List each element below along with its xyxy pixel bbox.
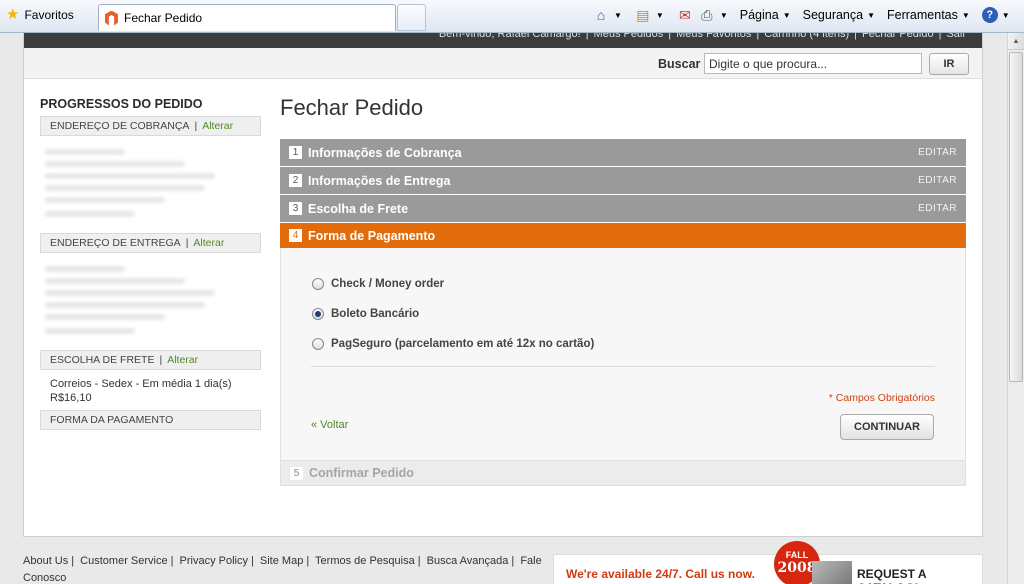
page-title: Fechar Pedido: [280, 95, 424, 120]
tab-title: Fechar Pedido: [124, 11, 203, 25]
change-freight-link[interactable]: Alterar: [167, 354, 198, 366]
top-account-nav: Bem-vindo, Rafael Camargo! | Meus Pedido…: [24, 33, 982, 48]
footer-link-advanced-search[interactable]: Busca Avançada: [427, 555, 509, 567]
order-progress-sidebar: PROGRESSOS DO PEDIDO ENDEREÇO DE COBRANÇ…: [40, 97, 261, 430]
promo-text: We're available 24/7. Call us now.: [566, 567, 755, 581]
payment-option-pagseguro[interactable]: PagSeguro (parcelamento em até 12x no ca…: [312, 338, 594, 350]
back-link[interactable]: « Voltar: [311, 419, 348, 431]
page-menu[interactable]: Página: [740, 8, 779, 22]
catalog-thumbnail: [812, 561, 852, 584]
browser-tab[interactable]: Fechar Pedido: [98, 4, 396, 31]
link-meus-favoritos[interactable]: Meus Favoritos: [676, 33, 751, 40]
favorites-label: Favoritos: [24, 8, 74, 22]
step-freight[interactable]: 3 Escolha de Frete EDITAR: [280, 195, 966, 222]
magento-icon: [105, 10, 118, 26]
footer-link-sitemap[interactable]: Site Map: [260, 555, 303, 567]
search-label: Buscar: [658, 57, 701, 71]
link-sair[interactable]: Sair: [946, 33, 966, 40]
link-fechar-pedido[interactable]: Fechar Pedido: [862, 33, 934, 40]
freight-method: Correios - Sedex - Em média 1 dia(s): [50, 378, 232, 390]
radio-pagseguro[interactable]: [312, 338, 324, 350]
change-billing-link[interactable]: Alterar: [202, 120, 233, 132]
chevron-down-icon[interactable]: ▼: [783, 11, 791, 20]
step-shipping[interactable]: 2 Informações de Entrega EDITAR: [280, 167, 966, 194]
freight-price: R$16,10: [50, 392, 92, 404]
vertical-scrollbar[interactable]: ▲: [1007, 33, 1024, 584]
checkout-main: Fechar Pedido 1 Informações de Cobrança …: [280, 95, 966, 486]
payment-option-check[interactable]: Check / Money order: [312, 278, 444, 290]
step-billing[interactable]: 1 Informações de Cobrança EDITAR: [280, 139, 966, 166]
chevron-down-icon[interactable]: ▼: [962, 11, 970, 20]
home-icon[interactable]: ⌂: [592, 6, 610, 24]
sidebar-title: PROGRESSOS DO PEDIDO: [40, 97, 203, 111]
welcome-text: Bem-vindo, Rafael Camargo!: [438, 33, 581, 40]
divider: [311, 366, 935, 367]
search-input[interactable]: [704, 53, 922, 74]
billing-address-redacted: [40, 139, 261, 228]
chevron-down-icon[interactable]: ▼: [656, 11, 664, 20]
store-page: Bem-vindo, Rafael Camargo! | Meus Pedido…: [23, 33, 983, 537]
scroll-up-icon[interactable]: ▲: [1008, 33, 1024, 50]
link-carrinho[interactable]: Carrinho (4 itens): [764, 33, 849, 40]
rss-feed-icon[interactable]: ▤: [634, 6, 652, 24]
edit-shipping-link[interactable]: EDITAR: [918, 175, 957, 186]
chevron-down-icon[interactable]: ▼: [720, 11, 728, 20]
payment-panel: Check / Money order Boleto Bancário PagS…: [280, 248, 966, 460]
catalog-heading[interactable]: REQUEST A CATALOG!: [857, 567, 982, 584]
footer-links: About Us | Customer Service | Privacy Poli…: [23, 555, 542, 584]
scrollbar-thumb[interactable]: [1009, 52, 1023, 382]
tools-menu[interactable]: Ferramentas: [887, 8, 958, 22]
favorites-button[interactable]: ★ Favoritos: [6, 6, 74, 23]
footer-link-privacy[interactable]: Privacy Policy: [180, 555, 248, 567]
print-icon[interactable]: ⎙: [698, 6, 716, 24]
security-menu[interactable]: Segurança: [803, 8, 863, 22]
search-submit-button[interactable]: IR: [929, 53, 969, 75]
star-icon: ★: [6, 6, 20, 23]
edit-billing-link[interactable]: EDITAR: [918, 147, 957, 158]
edit-freight-link[interactable]: EDITAR: [918, 203, 957, 214]
shipping-address-redacted: [40, 256, 261, 345]
link-meus-pedidos[interactable]: Meus Pedidos: [594, 33, 664, 40]
promo-banner[interactable]: We're available 24/7. Call us now. FALL …: [553, 541, 983, 584]
new-tab-button[interactable]: [397, 4, 426, 31]
step-payment: 4 Forma de Pagamento: [280, 223, 966, 248]
freight-summary: Correios - Sedex - Em média 1 dia(s) R$1…: [40, 370, 261, 410]
search-bar: Buscar IR: [24, 48, 982, 79]
radio-check[interactable]: [312, 278, 324, 290]
continue-button[interactable]: CONTINUAR: [840, 414, 934, 440]
footer-link-customer-service[interactable]: Customer Service: [80, 555, 167, 567]
chevron-down-icon[interactable]: ▼: [867, 11, 875, 20]
sidebar-section-payment: FORMA DA PAGAMENTO: [40, 410, 261, 430]
payment-option-boleto[interactable]: Boleto Bancário: [312, 308, 419, 320]
sidebar-section-billing: ENDEREÇO DE COBRANÇA | Alterar: [40, 116, 261, 136]
footer-link-search-terms[interactable]: Termos de Pesquisa: [315, 555, 415, 567]
chevron-down-icon[interactable]: ▼: [614, 11, 622, 20]
chevron-down-icon[interactable]: ▼: [1002, 11, 1010, 20]
browser-toolbar: ★ Favoritos Fechar Pedido ⌂ ▼ ▤ ▼ ✉ ⎙ ▼ Pág…: [0, 0, 1024, 33]
help-icon[interactable]: ?: [981, 7, 998, 23]
sidebar-section-freight: ESCOLHA DE FRETE | Alterar: [40, 350, 261, 370]
command-bar: ⌂ ▼ ▤ ▼ ✉ ⎙ ▼ Página ▼ Segurança ▼ Ferramenta…: [592, 6, 1018, 24]
mail-icon[interactable]: ✉: [676, 6, 694, 24]
step-confirm: 5 Confirmar Pedido: [280, 460, 966, 486]
sidebar-section-shipping: ENDEREÇO DE ENTREGA | Alterar: [40, 233, 261, 253]
radio-boleto[interactable]: [312, 308, 324, 320]
required-fields-note: * Campos Obrigatórios: [828, 392, 935, 404]
footer-link-about[interactable]: About Us: [23, 555, 68, 567]
change-shipping-link[interactable]: Alterar: [193, 237, 224, 249]
